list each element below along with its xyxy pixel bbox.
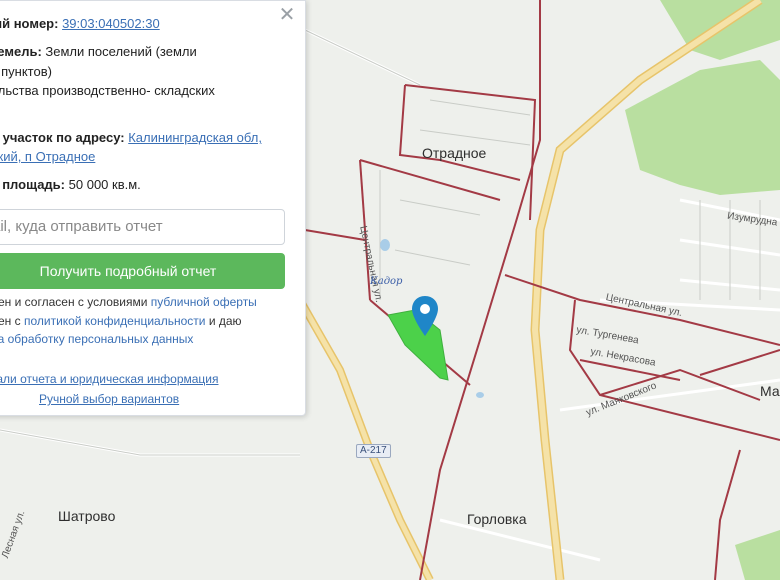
area-value: 50 000 кв.м.: [68, 177, 141, 192]
public-offer-link[interactable]: публичной оферты: [151, 295, 257, 309]
cadastral-label: ый номер:: [0, 16, 59, 31]
location-pin-icon[interactable]: [412, 296, 438, 336]
area-row: я площадь: 50 000 кв.м.: [0, 176, 141, 194]
land-category-label: земель:: [0, 44, 42, 59]
privacy-policy-link[interactable]: политикой конфиденциальности: [24, 314, 205, 328]
address-link[interactable]: Калининградская обл,: [128, 130, 262, 145]
water-pond: [380, 239, 390, 251]
permitted-use: ельства производственно- складских: [0, 83, 215, 98]
close-icon[interactable]: ✕: [277, 5, 297, 25]
land-category-cont: х пунктов): [0, 64, 52, 79]
address-link-cont[interactable]: ский, п Отрадное: [0, 149, 95, 164]
address-row-cont: ский, п Отрадное: [0, 148, 95, 166]
land-category-row: земель: Земли поселений (земли: [0, 43, 197, 61]
area-label: я площадь:: [0, 177, 66, 192]
road-number-badge: А-217: [356, 444, 391, 458]
manual-selection-link[interactable]: Ручной выбор вариантов: [39, 392, 179, 406]
consent-line-3: на обработку персональных данных: [0, 331, 193, 348]
land-category-value: Земли поселений (земли: [45, 44, 197, 59]
address-row: й участок по адресу: Калининградская обл…: [0, 129, 262, 147]
report-details-link[interactable]: тали отчета и юридическая информация: [0, 372, 219, 386]
consent-line-1: лен и согласен с условиями публичной офе…: [0, 294, 257, 311]
address-label: й участок по адресу:: [0, 130, 125, 145]
place-label-ma: Ма: [760, 383, 780, 399]
info-panel: ✕ ый номер: 39:03:040502:30 земель: Земл…: [0, 0, 306, 416]
email-input[interactable]: ail, куда отправить отчет: [0, 209, 285, 245]
cadastral-row: ый номер: 39:03:040502:30: [0, 15, 160, 33]
personal-data-link[interactable]: на обработку персональных данных: [0, 332, 193, 346]
consent-line-2: лен с политикой конфиденциальности и даю: [0, 313, 242, 330]
water-pond: [476, 392, 484, 398]
cadastral-number-link[interactable]: 39:03:040502:30: [62, 16, 160, 31]
consent-text-tail: и даю: [208, 314, 242, 328]
place-label-otradnoe: Отрадное: [422, 145, 487, 161]
get-report-button[interactable]: Получить подробный отчет: [0, 253, 285, 289]
place-label-shatrovo: Шатрово: [58, 508, 116, 524]
company-logo: Кадор: [370, 276, 403, 287]
consent-text: лен с: [0, 314, 21, 328]
place-label-gorlovka: Горловка: [467, 511, 527, 527]
consent-text: лен и согласен с условиями: [0, 295, 148, 309]
